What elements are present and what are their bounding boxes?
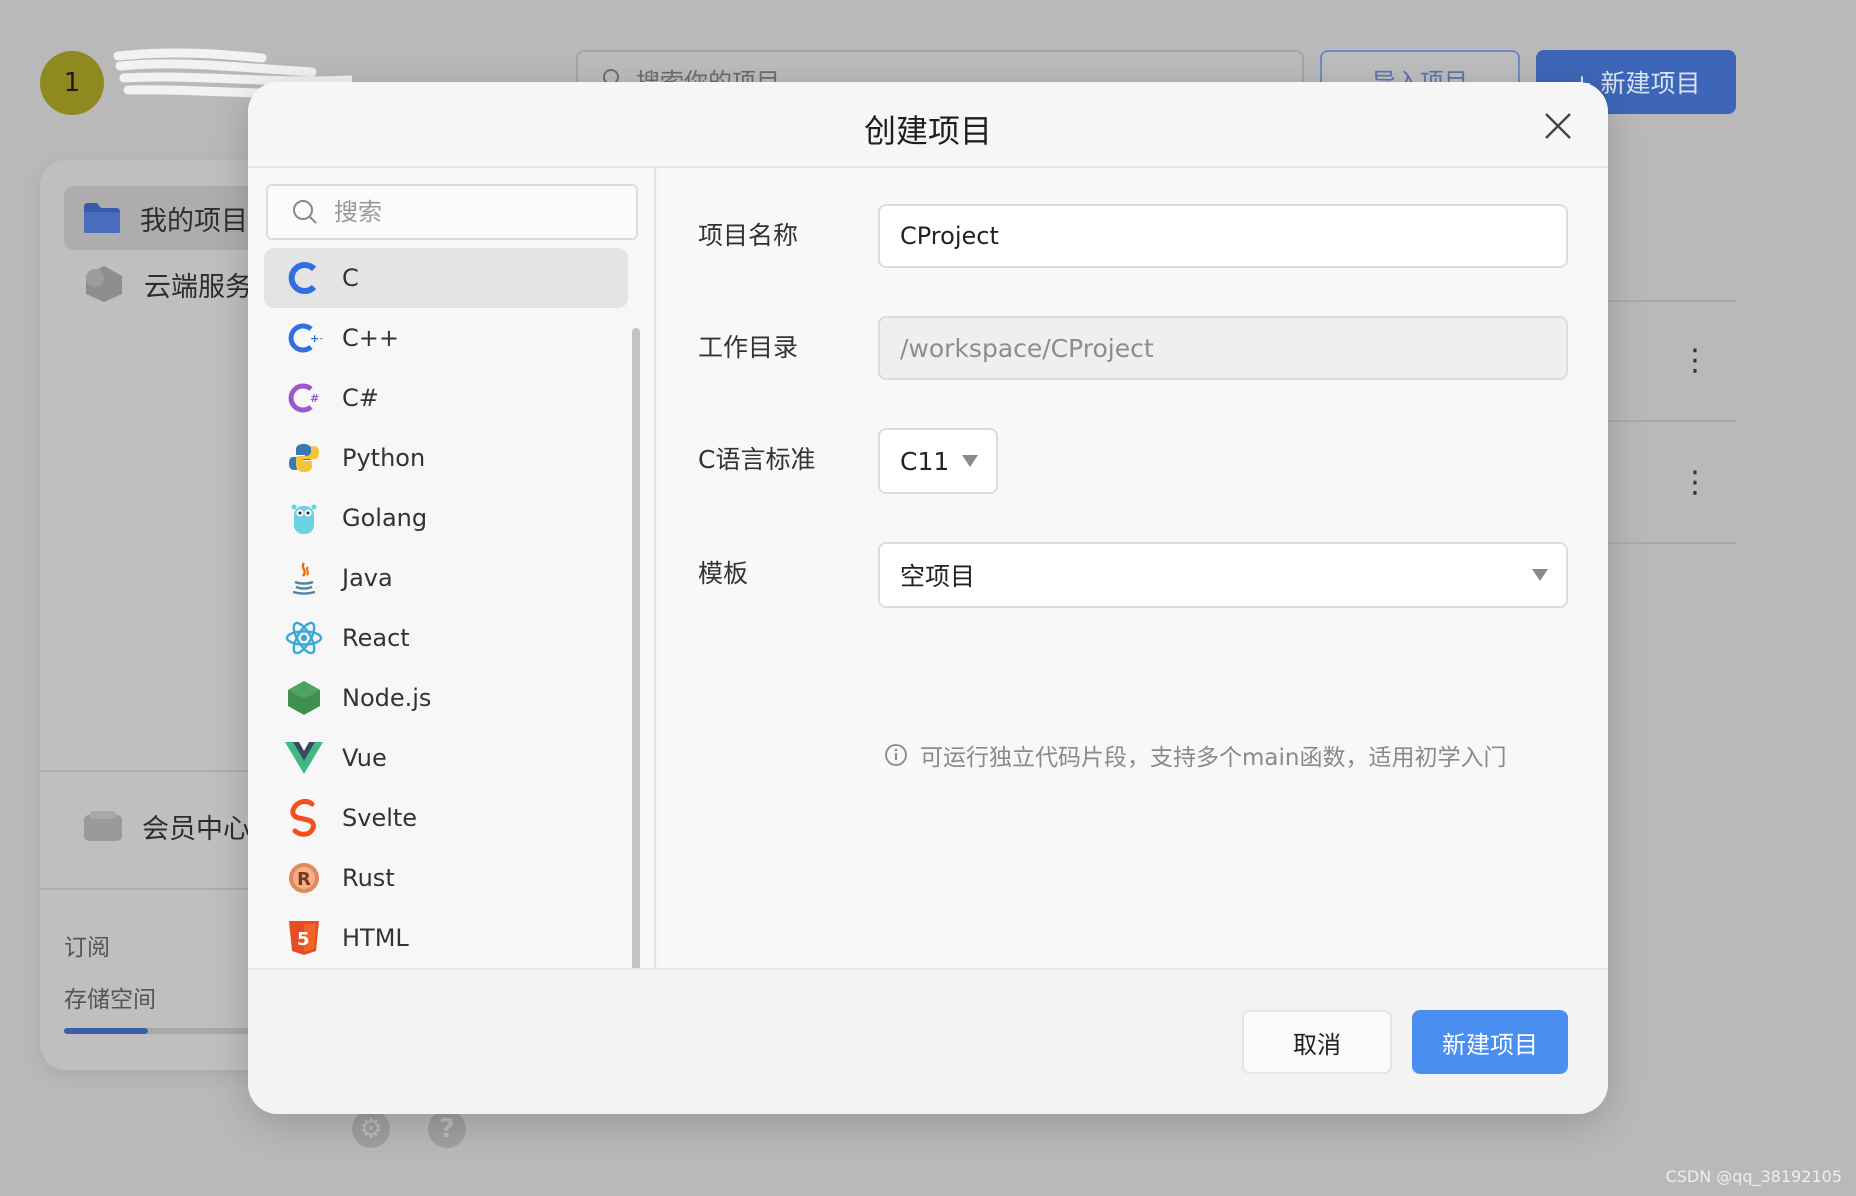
cpp-lang-icon: ++	[288, 323, 322, 353]
project-form: 项目名称 工作目录 /workspace/CProject C语言标准 C11 …	[658, 168, 1608, 968]
language-item-rust[interactable]: R Rust	[264, 848, 628, 908]
create-project-button[interactable]: 新建项目	[1412, 1010, 1568, 1074]
dialog-footer: 取消 新建项目	[248, 968, 1608, 1114]
language-name: HTML	[342, 924, 409, 952]
dialog-header: 创建项目	[248, 82, 1608, 168]
template-hint-text: 可运行独立代码片段，支持多个main函数，适用初学入门	[920, 745, 1507, 771]
language-item-html[interactable]: 5 HTML	[264, 908, 628, 968]
language-name: C	[342, 264, 359, 292]
csharp-lang-icon: #	[288, 383, 319, 413]
java-coffee-icon	[292, 562, 316, 595]
chevron-down-icon	[962, 455, 978, 467]
template-select[interactable]: 空项目	[878, 542, 1568, 608]
language-name: C++	[342, 324, 399, 352]
dialog-title: 创建项目	[863, 112, 992, 150]
sidebar-item-label: 云端服务	[144, 271, 252, 303]
project-row-divider	[1600, 542, 1736, 544]
language-search-input[interactable]	[334, 198, 614, 226]
react-atom-icon	[285, 621, 323, 655]
svg-text:R: R	[297, 869, 311, 890]
language-name: Rust	[342, 864, 395, 892]
c-standard-value: C11	[900, 446, 950, 476]
work-dir-field: /workspace/CProject	[878, 316, 1568, 380]
language-list: C ++ C++ # C# Python Golang Java	[264, 248, 628, 968]
language-name: React	[342, 624, 410, 652]
storage-progress-bar	[64, 1028, 254, 1034]
svg-text:#: #	[310, 392, 319, 405]
sidebar-item-label: 我的项目	[140, 205, 248, 237]
svelte-icon	[290, 798, 316, 837]
c-lang-icon	[288, 262, 317, 294]
sidebar-item-label: 会员中心	[142, 813, 250, 845]
rust-gear-icon: R	[289, 863, 319, 893]
html5-shield-icon: 5	[289, 921, 319, 955]
language-name: Node.js	[342, 684, 432, 712]
language-name: Golang	[342, 504, 428, 532]
template-hint: 可运行独立代码片段，支持多个main函数，适用初学入门	[884, 738, 1506, 772]
cloud-service-icon	[86, 266, 122, 302]
project-name-label: 项目名称	[698, 221, 799, 250]
svg-text:5: 5	[297, 929, 310, 950]
wallet-icon	[84, 811, 122, 841]
language-name: C#	[342, 384, 379, 412]
project-row-divider	[1600, 300, 1736, 302]
vue-icon	[285, 742, 323, 774]
language-name: Python	[342, 444, 426, 472]
work-dir-value: /workspace/CProject	[900, 333, 1154, 363]
language-item-csharp[interactable]: # C#	[264, 368, 628, 428]
language-item-react[interactable]: React	[264, 608, 628, 668]
golang-gopher-icon	[291, 504, 317, 534]
project-name-field[interactable]	[878, 204, 1568, 268]
storage-progress-fill	[64, 1028, 148, 1034]
python-icon	[289, 444, 319, 472]
close-icon[interactable]	[1538, 106, 1578, 146]
language-item-svelte[interactable]: Svelte	[264, 788, 628, 848]
help-icon[interactable]: ?	[428, 1110, 466, 1148]
folder-icon	[84, 203, 120, 233]
create-project-dialog: 创建项目 C ++ C++ # C# Py	[248, 82, 1608, 1114]
nodejs-hexagon-icon	[288, 681, 320, 715]
project-name-input[interactable]	[900, 222, 1566, 250]
language-item-nodejs[interactable]: Node.js	[264, 668, 628, 728]
language-panel: C ++ C++ # C# Python Golang Java	[248, 168, 656, 994]
language-item-vue[interactable]: Vue	[264, 728, 628, 788]
cancel-button[interactable]: 取消	[1242, 1010, 1392, 1074]
language-item-python[interactable]: Python	[264, 428, 628, 488]
template-label: 模板	[698, 559, 749, 588]
more-options-icon[interactable]: ⋮	[1680, 346, 1710, 376]
language-search[interactable]	[266, 184, 638, 240]
watermark: CSDN @qq_38192105	[1665, 1167, 1842, 1186]
svg-text:++: ++	[310, 332, 322, 345]
storage-label: 存储空间	[64, 987, 156, 1013]
language-item-cpp[interactable]: ++ C++	[264, 308, 628, 368]
subscription-label[interactable]: 订阅	[64, 928, 110, 962]
info-icon	[885, 744, 907, 766]
user-avatar[interactable]: 1	[40, 51, 104, 115]
language-name: Svelte	[342, 804, 418, 832]
language-item-c[interactable]: C	[264, 248, 628, 308]
c-standard-select[interactable]: C11	[878, 428, 998, 494]
settings-gear-icon[interactable]: ⚙	[352, 1110, 390, 1148]
language-list-scrollbar[interactable]	[632, 328, 640, 994]
project-row-divider	[1600, 420, 1736, 422]
language-item-golang[interactable]: Golang	[264, 488, 628, 548]
c-standard-label: C语言标准	[698, 445, 816, 474]
chevron-down-icon	[1532, 569, 1548, 581]
template-value: 空项目	[900, 562, 976, 591]
language-name: Java	[342, 564, 393, 592]
language-name: Vue	[342, 744, 387, 772]
more-options-icon[interactable]: ⋮	[1680, 468, 1710, 498]
work-dir-label: 工作目录	[698, 333, 799, 362]
language-item-java[interactable]: Java	[264, 548, 628, 608]
search-icon	[293, 200, 317, 224]
